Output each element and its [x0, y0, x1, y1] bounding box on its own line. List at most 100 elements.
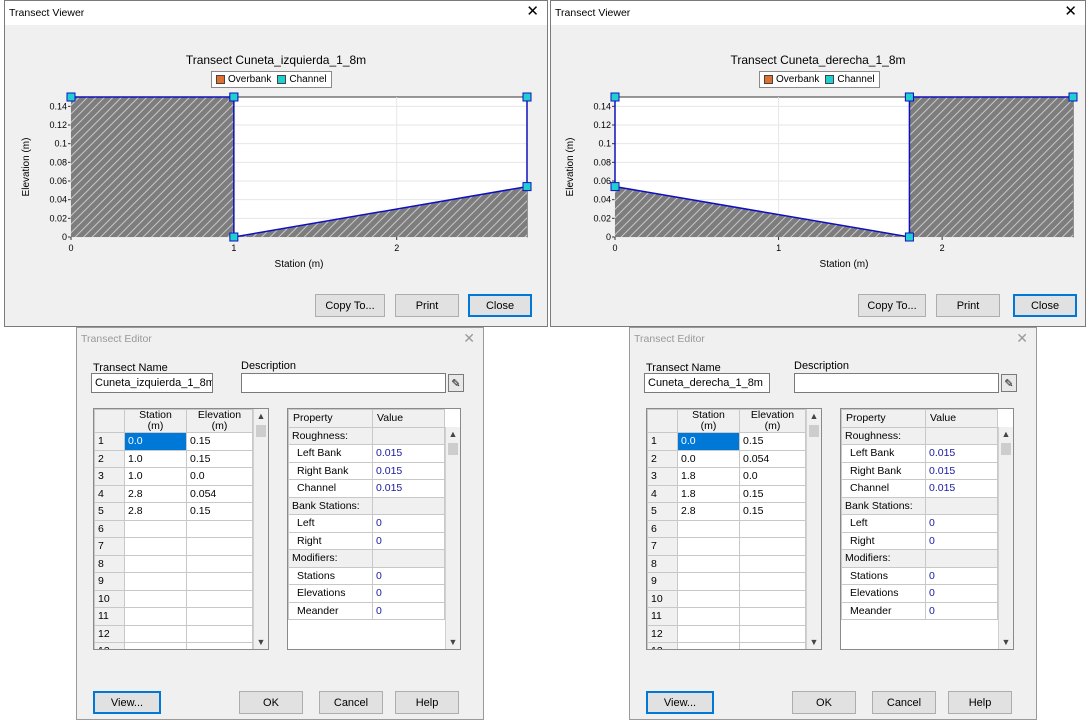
- property-row[interactable]: Left 0: [841, 514, 998, 533]
- station-cell[interactable]: [124, 624, 187, 643]
- property-value[interactable]: 0: [925, 601, 998, 620]
- scroll-thumb[interactable]: [448, 443, 458, 455]
- property-row[interactable]: Meander 0: [288, 601, 445, 620]
- scroll-up-icon[interactable]: ▲: [446, 427, 460, 441]
- elevation-cell[interactable]: [186, 572, 253, 591]
- table-row[interactable]: 9: [647, 572, 806, 591]
- station-cell[interactable]: [677, 607, 740, 626]
- property-row[interactable]: Bank Stations:: [841, 496, 998, 515]
- table-row[interactable]: 1 0.0 0.15: [94, 432, 253, 451]
- print-button[interactable]: Print: [936, 294, 1000, 317]
- cancel-button[interactable]: Cancel: [319, 691, 383, 714]
- station-cell[interactable]: [124, 537, 187, 556]
- description-input[interactable]: [241, 373, 446, 393]
- table-row[interactable]: 10: [94, 589, 253, 608]
- close-button[interactable]: Close: [468, 294, 532, 317]
- close-icon[interactable]: ✕: [463, 331, 475, 346]
- property-row[interactable]: Right Bank 0.015: [841, 461, 998, 480]
- help-button[interactable]: Help: [395, 691, 459, 714]
- property-value[interactable]: 0: [925, 584, 998, 603]
- help-button[interactable]: Help: [948, 691, 1012, 714]
- property-scrollbar[interactable]: ▲ ▼: [445, 427, 460, 649]
- property-row[interactable]: Right 0: [841, 531, 998, 550]
- view-button[interactable]: View...: [93, 691, 161, 714]
- elevation-cell[interactable]: [739, 519, 806, 538]
- elevation-cell[interactable]: [739, 572, 806, 591]
- elevation-cell[interactable]: 0.0: [739, 467, 806, 486]
- station-cell[interactable]: 0.0: [124, 432, 187, 451]
- copy-to-button[interactable]: Copy To...: [315, 294, 385, 317]
- station-cell[interactable]: 0.0: [677, 449, 740, 468]
- table-row[interactable]: 7: [647, 537, 806, 556]
- transect-name-input[interactable]: Cuneta_derecha_1_8m: [644, 373, 770, 393]
- scroll-thumb[interactable]: [256, 425, 266, 437]
- station-cell[interactable]: 1.8: [677, 484, 740, 503]
- station-cell[interactable]: 1.8: [677, 467, 740, 486]
- table-row[interactable]: 10: [647, 589, 806, 608]
- property-row[interactable]: Elevations 0: [288, 584, 445, 603]
- elevation-cell[interactable]: 0.15: [739, 502, 806, 521]
- scroll-down-icon[interactable]: ▼: [807, 635, 821, 649]
- property-row[interactable]: Right 0: [288, 531, 445, 550]
- table-row[interactable]: 2 0.0 0.054: [647, 449, 806, 468]
- station-cell[interactable]: [124, 572, 187, 591]
- elevation-cell[interactable]: [186, 519, 253, 538]
- property-row[interactable]: Right Bank 0.015: [288, 461, 445, 480]
- scroll-down-icon[interactable]: ▼: [446, 635, 460, 649]
- scroll-down-icon[interactable]: ▼: [254, 635, 268, 649]
- property-row[interactable]: Roughness:: [288, 426, 445, 445]
- property-row[interactable]: Left 0: [288, 514, 445, 533]
- table-row[interactable]: 6: [94, 519, 253, 538]
- elevation-cell[interactable]: [739, 589, 806, 608]
- station-cell[interactable]: 2.8: [124, 484, 187, 503]
- elevation-cell[interactable]: 0.15: [186, 432, 253, 451]
- table-row[interactable]: 3 1.8 0.0: [647, 467, 806, 486]
- table-row[interactable]: 9: [94, 572, 253, 591]
- print-button[interactable]: Print: [395, 294, 459, 317]
- station-cell[interactable]: [677, 624, 740, 643]
- elevation-cell[interactable]: 0.15: [739, 484, 806, 503]
- station-elevation-grid[interactable]: Station (m) Elevation (m) 1 0.0 0.15 2 0.0 0.054 3…: [646, 408, 822, 650]
- property-row[interactable]: Stations 0: [288, 566, 445, 585]
- table-row[interactable]: 12: [94, 624, 253, 643]
- property-row[interactable]: Elevations 0: [841, 584, 998, 603]
- grid-scrollbar[interactable]: ▲ ▼: [253, 409, 268, 649]
- elevation-cell[interactable]: 0.15: [186, 449, 253, 468]
- scroll-thumb[interactable]: [809, 425, 819, 437]
- ok-button[interactable]: OK: [239, 691, 303, 714]
- property-row[interactable]: Channel 0.015: [288, 479, 445, 498]
- table-row[interactable]: 3 1.0 0.0: [94, 467, 253, 486]
- table-row[interactable]: 5 2.8 0.15: [94, 502, 253, 521]
- elevation-cell[interactable]: [186, 607, 253, 626]
- close-button[interactable]: Close: [1013, 294, 1077, 317]
- table-row[interactable]: 13: [94, 642, 253, 649]
- station-cell[interactable]: 1.0: [124, 467, 187, 486]
- property-scrollbar[interactable]: ▲ ▼: [998, 427, 1013, 649]
- edit-pencil-icon[interactable]: ✎: [448, 374, 464, 392]
- scroll-thumb[interactable]: [1001, 443, 1011, 455]
- table-row[interactable]: 7: [94, 537, 253, 556]
- cancel-button[interactable]: Cancel: [872, 691, 936, 714]
- table-row[interactable]: 13: [647, 642, 806, 649]
- property-row[interactable]: Bank Stations:: [288, 496, 445, 515]
- property-value[interactable]: 0: [372, 566, 445, 585]
- station-cell[interactable]: 2.8: [124, 502, 187, 521]
- property-value[interactable]: 0.015: [925, 461, 998, 480]
- property-value[interactable]: 0: [372, 514, 445, 533]
- grid-scrollbar[interactable]: ▲ ▼: [806, 409, 821, 649]
- property-value[interactable]: 0.015: [925, 444, 998, 463]
- table-row[interactable]: 1 0.0 0.15: [647, 432, 806, 451]
- elevation-cell[interactable]: [739, 642, 806, 649]
- property-value[interactable]: 0: [925, 531, 998, 550]
- property-value[interactable]: 0.015: [925, 479, 998, 498]
- transect-name-input[interactable]: Cuneta_izquierda_1_8m: [91, 373, 213, 393]
- editor-titlebar[interactable]: Transect Editor ✕: [630, 328, 1036, 350]
- scroll-up-icon[interactable]: ▲: [999, 427, 1013, 441]
- scroll-up-icon[interactable]: ▲: [254, 409, 268, 423]
- elevation-cell[interactable]: [739, 537, 806, 556]
- property-row[interactable]: Stations 0: [841, 566, 998, 585]
- station-cell[interactable]: [124, 554, 187, 573]
- elevation-cell[interactable]: 0.054: [186, 484, 253, 503]
- elevation-cell[interactable]: [186, 554, 253, 573]
- property-grid[interactable]: Property Value Roughness: Left Bank 0.015 Rig…: [287, 408, 461, 650]
